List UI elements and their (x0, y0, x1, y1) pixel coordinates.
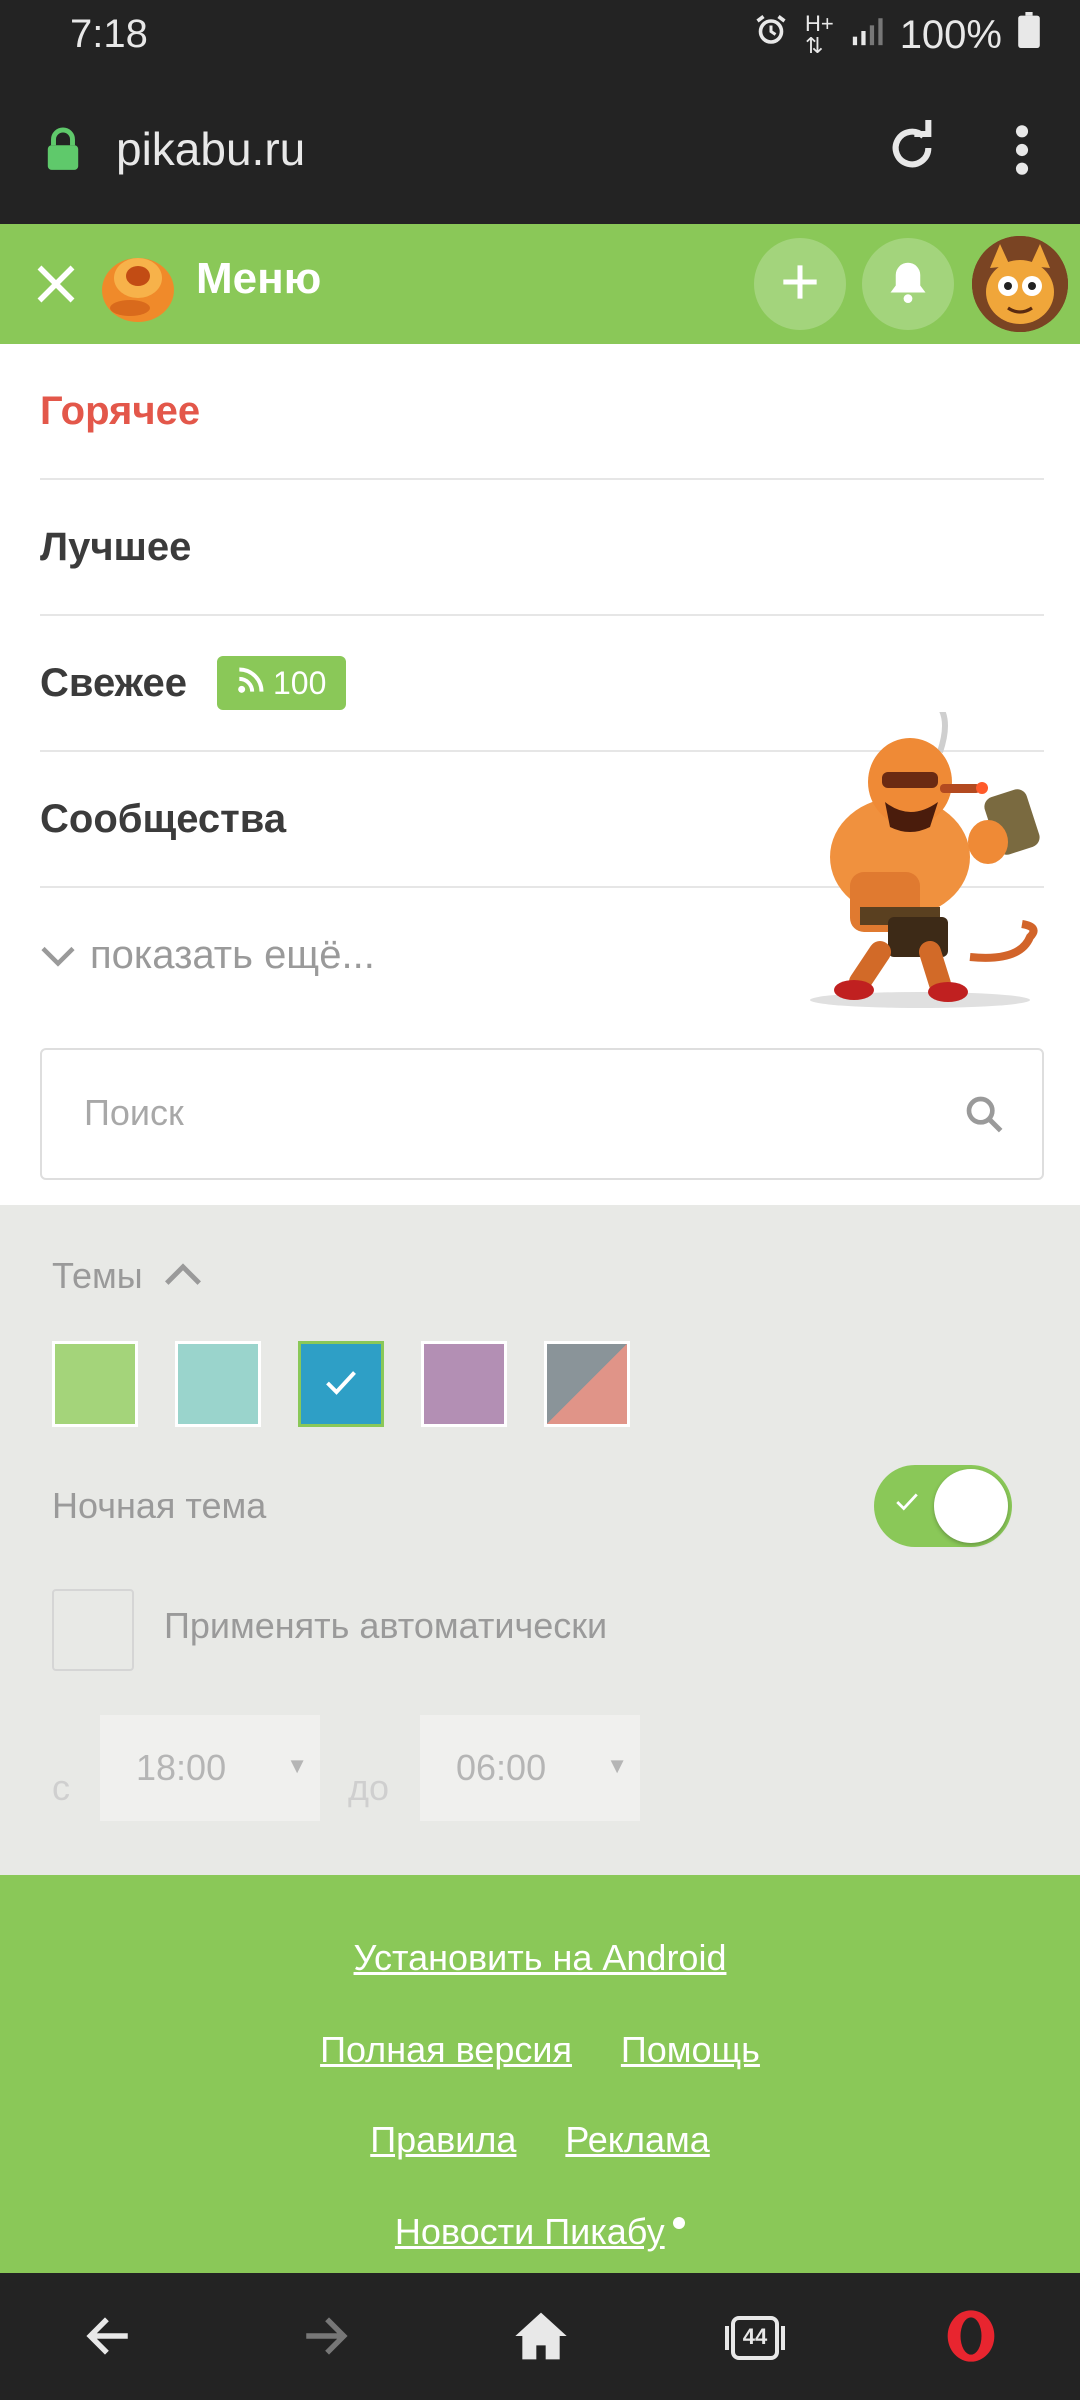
chevron-up-icon (163, 1255, 203, 1297)
menu-header: Меню (0, 224, 1080, 344)
menu-item-label: Лучшее (40, 524, 192, 569)
fresh-count-badge[interactable]: 100 (217, 656, 347, 710)
notifications-button[interactable] (862, 238, 954, 330)
search-box (40, 1048, 1044, 1180)
show-more-link[interactable]: показать ещё... (40, 890, 375, 1020)
to-time-value: 06:00 (456, 1747, 547, 1788)
home-icon (513, 2310, 569, 2367)
to-label: до (348, 1767, 390, 1808)
arrow-left-icon (84, 2311, 134, 2366)
night-theme-toggle[interactable] (874, 1465, 1012, 1547)
mascot-illustration (790, 705, 1060, 1012)
from-label: с (52, 1767, 70, 1808)
bell-icon (887, 259, 929, 310)
menu-item-hot[interactable]: Горячее (40, 344, 1044, 480)
toggle-knob (934, 1469, 1008, 1543)
auto-apply-checkbox[interactable] (52, 1589, 134, 1671)
back-button[interactable] (74, 2303, 144, 2373)
menu-item-label: Свежее (40, 660, 187, 705)
checkmark-icon (323, 1368, 359, 1403)
search-icon[interactable] (964, 1094, 1004, 1139)
battery-percent: 100% (899, 12, 1002, 57)
from-time-select[interactable]: 18:00 ▼ (100, 1715, 320, 1821)
status-icons: H+ ⇅ 100% (753, 12, 1040, 58)
rss-icon (237, 665, 265, 702)
plus-icon (780, 262, 820, 307)
to-time-select[interactable]: 06:00 ▼ (420, 1715, 640, 1821)
ads-link[interactable]: Реклама (565, 2119, 709, 2160)
browser-bottom-nav: 44 (0, 2273, 1080, 2400)
themes-label: Темы (52, 1255, 143, 1296)
themes-panel: Темы Ночная тема Применять автоматически… (0, 1205, 1080, 1875)
tabs-button[interactable]: 44 (720, 2303, 790, 2373)
menu-item-best[interactable]: Лучшее (40, 480, 1044, 616)
lock-icon (44, 126, 82, 177)
dropdown-arrow-icon: ▼ (606, 1753, 628, 1778)
from-time-value: 18:00 (136, 1747, 227, 1788)
dropdown-arrow-icon: ▼ (286, 1753, 308, 1778)
chevron-down-icon (40, 933, 76, 978)
more-options-icon[interactable] (1000, 122, 1044, 183)
theme-swatch-blue-selected[interactable] (298, 1341, 384, 1427)
pikabu-news-link[interactable]: Новости Пикабу (395, 2211, 665, 2252)
theme-swatch-purple[interactable] (421, 1341, 507, 1427)
avatar[interactable] (972, 236, 1068, 332)
menu-item-label: Горячее (40, 388, 201, 433)
signal-icon (850, 13, 884, 58)
tabs-count: 44 (742, 2324, 768, 2349)
toggle-check-icon (894, 1491, 920, 1518)
reload-icon[interactable] (884, 120, 940, 181)
rules-link[interactable]: Правила (370, 2119, 516, 2160)
battery-icon (1018, 12, 1040, 58)
theme-swatch-green[interactable] (52, 1341, 138, 1427)
alarm-icon (753, 12, 789, 58)
status-time: 7:18 (70, 12, 148, 56)
full-version-link[interactable]: Полная версия (320, 2029, 572, 2070)
home-button[interactable] (506, 2303, 576, 2373)
new-dot-indicator (673, 2217, 686, 2229)
night-theme-label: Ночная тема (52, 1485, 267, 1526)
tabs-icon: 44 (725, 2312, 785, 2364)
network-hplus-icon: H+ ⇅ (804, 11, 834, 58)
url-text[interactable]: pikabu.ru (116, 122, 305, 176)
themes-toggle[interactable]: Темы (52, 1255, 203, 1297)
theme-swatch-teal[interactable] (175, 1341, 261, 1427)
footer-links: Установить на Android Полная версия Помо… (0, 1875, 1080, 2273)
arrow-right-icon (300, 2311, 350, 2366)
status-bar: 7:18 H+ ⇅ 100% (0, 0, 1080, 80)
forward-button[interactable] (290, 2303, 360, 2373)
browser-address-bar: pikabu.ru (0, 80, 1080, 224)
help-link[interactable]: Помощь (621, 2029, 760, 2070)
search-input[interactable] (82, 1050, 946, 1176)
close-icon[interactable] (34, 262, 78, 311)
auto-apply-label: Применять автоматически (164, 1605, 608, 1646)
theme-swatch-gray-coral[interactable] (544, 1341, 630, 1427)
badge-count: 100 (273, 664, 327, 701)
show-more-label: показать ещё... (90, 932, 375, 977)
opera-logo-icon (943, 2308, 999, 2369)
opera-menu-button[interactable] (936, 2303, 1006, 2373)
install-android-link[interactable]: Установить на Android (354, 1937, 727, 1978)
pikabu-logo-icon[interactable] (98, 242, 178, 331)
add-post-button[interactable] (754, 238, 846, 330)
menu-item-label: Сообщества (40, 796, 287, 841)
menu-title: Меню (196, 254, 322, 303)
